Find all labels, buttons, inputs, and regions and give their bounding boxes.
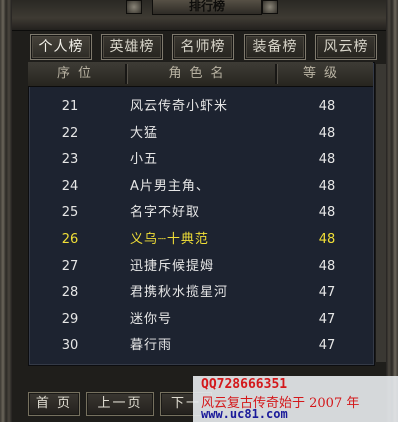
tab-equipment[interactable]: 装备榜 bbox=[244, 34, 306, 60]
level-cell: 48 bbox=[318, 152, 336, 168]
table-row[interactable]: 27 迅捷斥候提姆 48 bbox=[28, 253, 373, 280]
tab-personal[interactable]: 个人榜 bbox=[30, 34, 92, 60]
level-cell: 47 bbox=[318, 338, 336, 354]
list-header: 序位 角色名 等级 bbox=[28, 62, 373, 87]
header-level: 等级 bbox=[302, 66, 345, 81]
rank-cell: 25 bbox=[61, 205, 79, 221]
window-title: 排行榜 bbox=[152, 0, 262, 15]
table-row[interactable]: 30 暮行雨 47 bbox=[28, 332, 373, 359]
title-ornament-left bbox=[126, 0, 142, 14]
tab-fengyun[interactable]: 风云榜 bbox=[315, 34, 377, 60]
watermark: QQ728666351 风云复古传奇始于 2007 年 www.uc81.com bbox=[193, 376, 398, 422]
table-row[interactable]: 23 小五 48 bbox=[28, 146, 373, 173]
watermark-url: www.uc81.com bbox=[201, 407, 288, 421]
name-cell: 名字不好取 bbox=[130, 205, 201, 221]
name-cell: 大猛 bbox=[130, 125, 159, 141]
rank-cell: 22 bbox=[61, 125, 79, 141]
prev-page-button[interactable]: 上一页 bbox=[86, 392, 154, 416]
table-row[interactable]: 24 A片男主角、 48 bbox=[28, 173, 373, 200]
header-divider bbox=[125, 64, 128, 84]
rank-cell: 30 bbox=[61, 338, 79, 354]
level-cell: 48 bbox=[318, 178, 336, 194]
watermark-qq: QQ728666351 bbox=[201, 377, 288, 392]
name-cell: 义乌┈十典范 bbox=[130, 232, 209, 247]
first-page-button[interactable]: 首 页 bbox=[28, 392, 80, 416]
table-row[interactable]: 29 迷你号 47 bbox=[28, 306, 373, 333]
level-cell: 47 bbox=[318, 311, 336, 327]
name-cell: 风云传奇小虾米 bbox=[130, 99, 229, 114]
tab-hero[interactable]: 英雄榜 bbox=[101, 34, 163, 60]
level-cell: 48 bbox=[318, 258, 336, 274]
header-name: 角色名 bbox=[168, 66, 232, 81]
table-row[interactable]: 25 名字不好取 48 bbox=[28, 199, 373, 226]
rank-cell: 21 bbox=[61, 99, 79, 114]
level-cell: 48 bbox=[318, 232, 336, 247]
title-ornament-right bbox=[262, 0, 278, 14]
name-cell: 迷你号 bbox=[130, 311, 173, 327]
table-row[interactable]: 26 义乌┈十典范 48 bbox=[28, 226, 373, 253]
level-cell: 48 bbox=[318, 99, 336, 114]
rank-cell: 27 bbox=[61, 258, 79, 274]
table-row[interactable]: 28 君携秋水揽星河 47 bbox=[28, 279, 373, 306]
name-cell: 君携秋水揽星河 bbox=[130, 285, 229, 301]
header-rank: 序位 bbox=[56, 66, 99, 81]
tab-master[interactable]: 名师榜 bbox=[172, 34, 234, 60]
name-cell: 迅捷斥候提姆 bbox=[130, 258, 215, 274]
table-row[interactable]: 22 大猛 48 bbox=[28, 120, 373, 147]
rank-cell: 29 bbox=[61, 311, 79, 327]
rank-cell: 28 bbox=[61, 285, 79, 301]
rank-cell: 23 bbox=[61, 152, 79, 168]
name-cell: 小五 bbox=[130, 152, 159, 168]
list-scrollbar[interactable] bbox=[375, 64, 386, 362]
header-divider bbox=[275, 64, 278, 84]
rank-cell: 24 bbox=[61, 178, 79, 194]
name-cell: A片男主角、 bbox=[130, 178, 210, 194]
rank-cell: 26 bbox=[61, 232, 79, 247]
table-row[interactable]: 21 风云传奇小虾米 48 bbox=[28, 93, 373, 120]
name-cell: 暮行雨 bbox=[130, 338, 173, 354]
level-cell: 48 bbox=[318, 205, 336, 221]
level-cell: 48 bbox=[318, 125, 336, 141]
level-cell: 47 bbox=[318, 285, 336, 301]
